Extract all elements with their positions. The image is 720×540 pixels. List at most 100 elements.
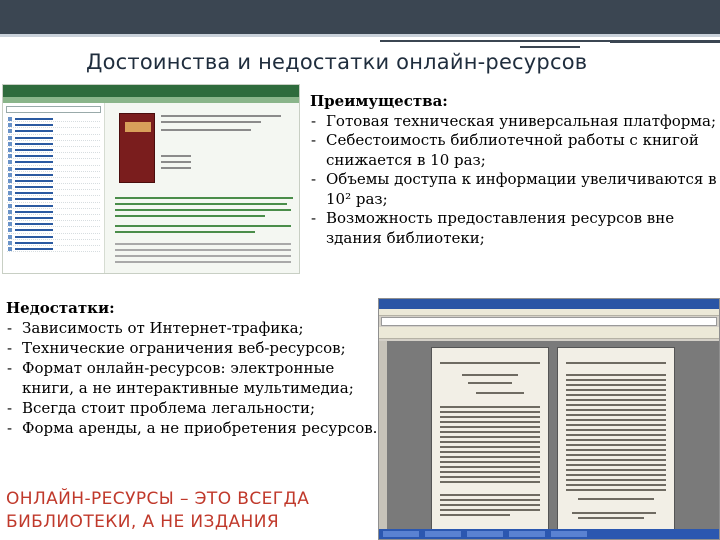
text-line — [572, 512, 656, 514]
taskbar-button — [467, 531, 503, 537]
text-line — [566, 399, 666, 401]
text-line — [115, 255, 291, 257]
text-line — [161, 129, 251, 131]
disadvantage-item: Форма аренды, а не приобретения ресурсов… — [6, 418, 378, 438]
text-line — [440, 362, 540, 364]
text-line — [440, 456, 540, 458]
text-line — [566, 474, 666, 476]
text-line — [566, 394, 666, 396]
taskbar — [379, 529, 719, 539]
pdf-sidebar — [379, 341, 387, 531]
site-main-content — [109, 105, 299, 273]
text-line — [440, 504, 540, 506]
text-line — [440, 441, 540, 443]
text-line — [566, 469, 666, 471]
text-line — [440, 514, 510, 516]
advantage-item: Объемы доступа к информации увеличиваютс… — [310, 170, 720, 209]
slogan-line: БИБЛИОТЕКИ, А НЕ ИЗДАНИЯ — [6, 512, 280, 532]
text-line — [440, 421, 540, 423]
text-line — [440, 494, 540, 496]
text-line — [440, 476, 540, 478]
text-line — [566, 439, 666, 441]
text-line — [566, 429, 666, 431]
text-line — [440, 431, 540, 433]
text-line — [566, 479, 666, 481]
list-item — [7, 246, 100, 253]
advantages-block: Преимущества: Готовая техническая универ… — [310, 92, 720, 248]
text-line — [566, 449, 666, 451]
pdf-toolbar — [379, 327, 719, 339]
text-line — [566, 384, 666, 386]
text-line — [440, 461, 540, 463]
site-search-box — [6, 106, 101, 113]
text-line — [566, 362, 666, 364]
text-line — [440, 411, 540, 413]
advantage-item: Себестоимость библиотечной работы с книг… — [310, 131, 720, 170]
text-line — [161, 167, 191, 169]
disadvantage-item: Зависимость от Интернет-трафика; — [6, 318, 378, 338]
text-line — [161, 121, 261, 123]
text-line — [566, 419, 666, 421]
slogan: ОНЛАЙН-РЕСУРСЫ – ЭТО ВСЕГДА БИБЛИОТЕКИ, … — [6, 488, 309, 534]
disadvantage-item: Технические ограничения веб-ресурсов; — [6, 338, 378, 358]
text-line — [115, 231, 255, 233]
pdf-document-area — [379, 341, 719, 531]
text-line — [440, 416, 540, 418]
text-line — [566, 379, 666, 381]
book-cover-image — [119, 113, 155, 183]
text-line — [440, 426, 540, 428]
text-line — [161, 161, 191, 163]
text-line — [440, 436, 540, 438]
text-line — [115, 249, 291, 251]
text-line — [476, 392, 524, 394]
text-line — [566, 414, 666, 416]
advantage-item: Готовая техническая универсальная платфо… — [310, 112, 720, 132]
text-line — [115, 261, 291, 263]
text-line — [566, 489, 666, 491]
text-line — [440, 499, 540, 501]
text-line — [566, 409, 666, 411]
text-line — [566, 464, 666, 466]
decorative-line — [610, 40, 720, 43]
text-line — [578, 498, 654, 500]
text-line — [440, 451, 540, 453]
text-line — [440, 406, 540, 408]
site-header — [3, 85, 299, 97]
decorative-line — [520, 46, 580, 48]
taskbar-button — [509, 531, 545, 537]
text-line — [566, 434, 666, 436]
text-line — [115, 243, 291, 245]
taskbar-button — [425, 531, 461, 537]
text-line — [566, 424, 666, 426]
text-line — [440, 471, 540, 473]
text-line — [566, 404, 666, 406]
text-line — [161, 115, 281, 117]
slide-title: Достоинства и недостатки онлайн-ресурсов — [86, 50, 588, 74]
pdf-page — [557, 347, 675, 531]
disadvantages-heading: Недостатки: — [6, 299, 115, 317]
text-line — [115, 225, 291, 227]
text-line — [468, 382, 512, 384]
advantage-item: Возможность предоставления ресурсов вне … — [310, 209, 720, 248]
taskbar-button — [383, 531, 419, 537]
text-line — [115, 215, 265, 217]
advantages-heading: Преимущества: — [310, 92, 448, 110]
library-site-screenshot — [2, 84, 300, 274]
header-stripe — [0, 34, 720, 37]
disadvantage-item: Формат онлайн-ресурсов: электронные книг… — [6, 358, 378, 398]
text-line — [440, 446, 540, 448]
pdf-page — [431, 347, 549, 531]
browser-menu-bar — [379, 309, 719, 316]
text-line — [578, 517, 644, 519]
slogan-line: ОНЛАЙН-РЕСУРСЫ – ЭТО ВСЕГДА — [6, 489, 310, 509]
text-line — [566, 484, 666, 486]
text-line — [440, 509, 540, 511]
text-line — [115, 197, 293, 199]
taskbar-button — [551, 531, 587, 537]
text-line — [566, 389, 666, 391]
text-line — [566, 444, 666, 446]
text-line — [566, 454, 666, 456]
text-line — [115, 203, 287, 205]
disadvantages-block: Недостатки: Зависимость от Интернет-траф… — [6, 298, 378, 438]
site-sidebar — [3, 103, 105, 273]
